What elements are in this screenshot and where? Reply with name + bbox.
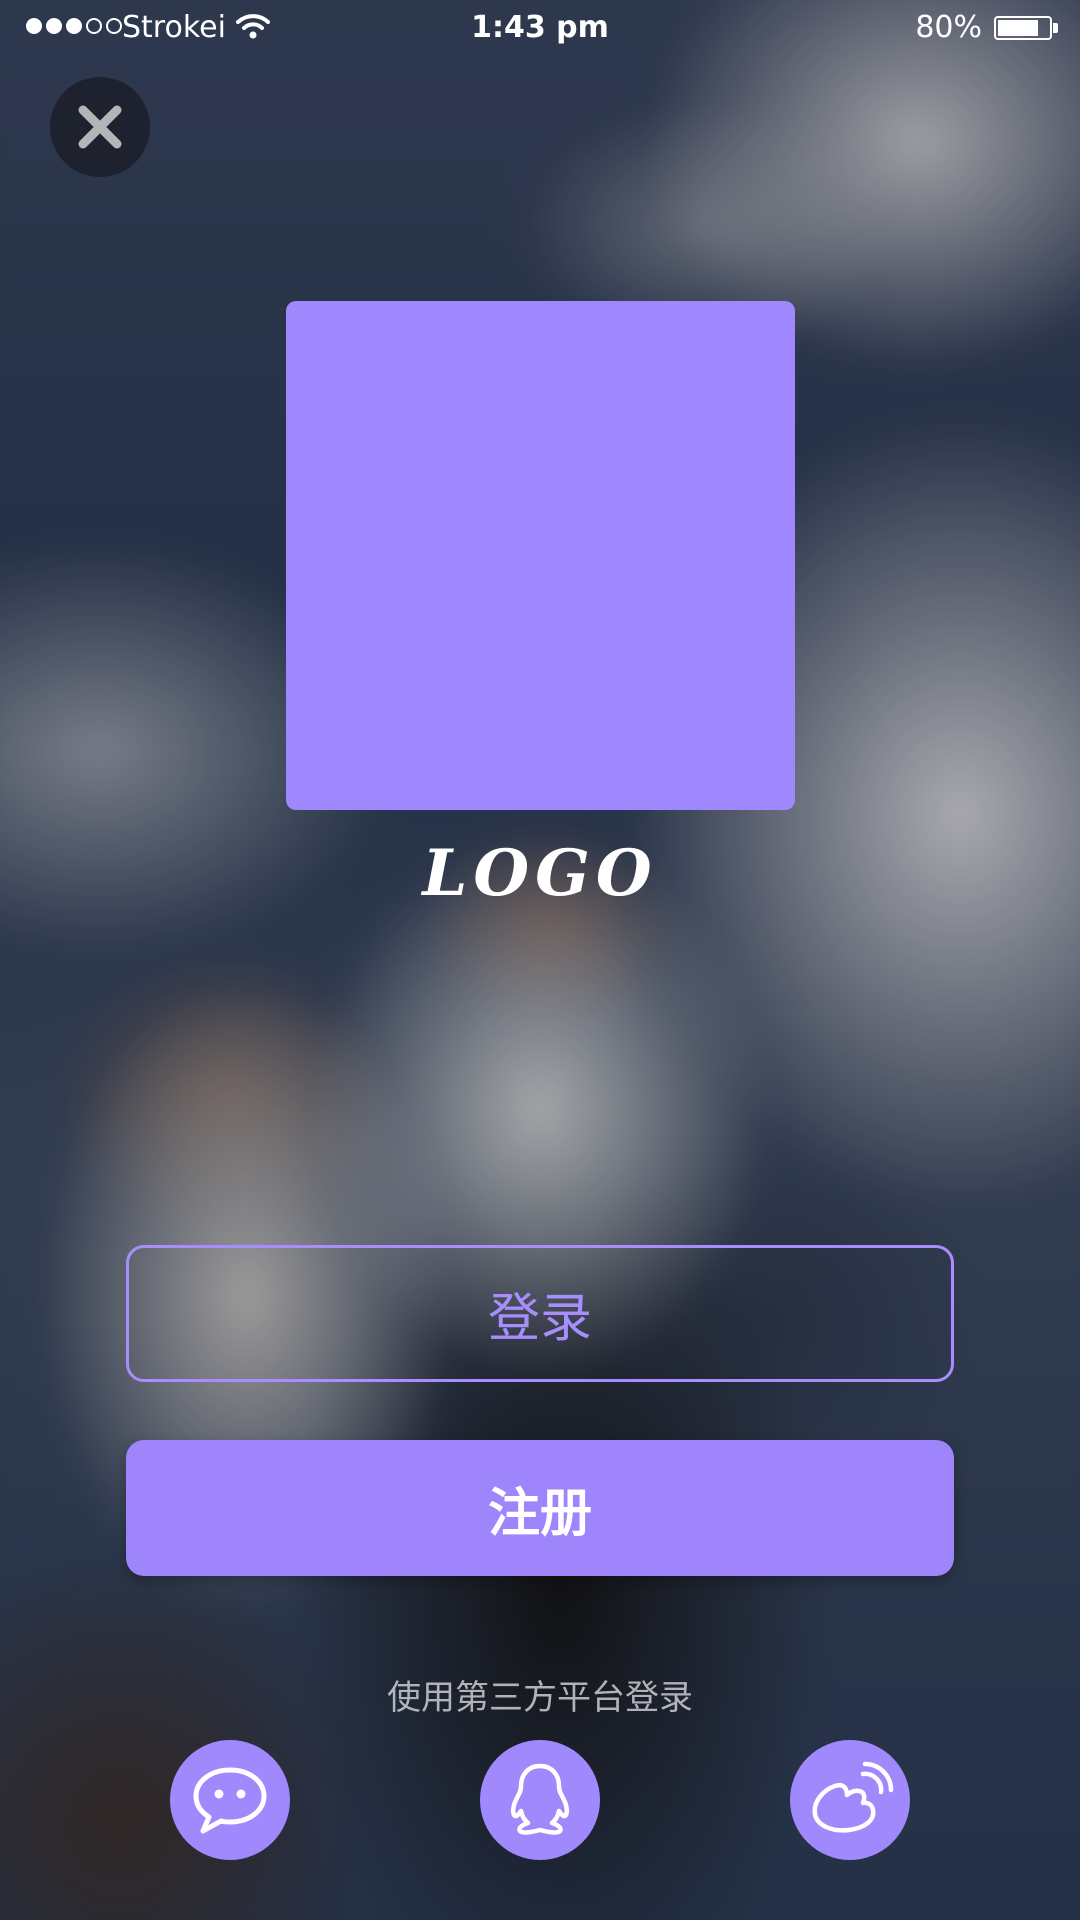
status-bar: Strokei 1:43 pm 80% — [0, 0, 1080, 58]
battery-tip — [1053, 23, 1058, 33]
weibo-icon — [812, 1761, 894, 1833]
battery-icon — [994, 16, 1052, 40]
close-button[interactable] — [50, 77, 150, 177]
login-screen: Strokei 1:43 pm 80% LOGO 登录 注册 使用第三方平台登录 — [0, 0, 1080, 1920]
logo-text: LOGO — [422, 836, 658, 911]
wechat-login-button[interactable] — [170, 1740, 290, 1860]
wechat-icon — [193, 1767, 267, 1834]
background-overlay — [0, 0, 1080, 1920]
qq-icon — [510, 1763, 570, 1835]
weibo-login-button[interactable] — [790, 1740, 910, 1860]
battery-percentage: 80% — [915, 10, 982, 45]
register-button[interactable]: 注册 — [126, 1440, 954, 1576]
close-icon — [78, 105, 122, 149]
battery-fill — [998, 20, 1038, 36]
login-button[interactable]: 登录 — [126, 1245, 954, 1382]
third-party-login-label: 使用第三方平台登录 — [387, 1678, 693, 1718]
logo-image-placeholder — [286, 301, 795, 810]
qq-login-button[interactable] — [480, 1740, 600, 1860]
